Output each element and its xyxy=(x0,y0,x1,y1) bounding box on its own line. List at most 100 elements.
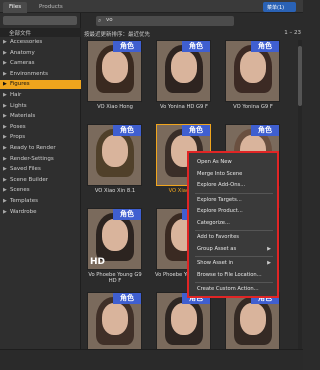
scrollbar[interactable] xyxy=(298,40,302,349)
sidebar-item[interactable]: ▶ Figures xyxy=(0,80,81,90)
sidebar-item[interactable]: ▶ Materials xyxy=(0,112,81,121)
character-badge: 角色 xyxy=(251,41,279,52)
sidebar-item[interactable]: ▶ Environments xyxy=(0,70,81,79)
sidebar-item[interactable]: ▶ Wardrobe xyxy=(0,208,81,217)
expand-arrow-icon[interactable]: ▶ xyxy=(3,71,7,77)
context-menu-item[interactable]: Open As New xyxy=(189,157,277,167)
sidebar-item-label: Figures xyxy=(10,81,30,88)
context-menu-item[interactable]: Group Asset as ▶ xyxy=(189,244,277,254)
sidebar-item-label: Cameras xyxy=(10,60,35,67)
character-badge: 角色 xyxy=(113,293,141,304)
expand-arrow-icon[interactable]: ▶ xyxy=(3,92,7,98)
category-sidebar: 全部文件 ▶ Accessories ▶ Anatomy ▶ Cameras ▶ Enviro… xyxy=(0,13,81,349)
context-menu-item[interactable]: Browse to File Location... xyxy=(189,270,277,280)
asset-thumbnail[interactable]: 角色 HD xyxy=(87,208,142,270)
sidebar-item[interactable]: ▶ Hair xyxy=(0,91,81,100)
menu-separator xyxy=(195,282,273,283)
context-menu-item-label: Open As New xyxy=(197,159,232,165)
expand-arrow-icon[interactable]: ▶ xyxy=(3,103,7,109)
expand-arrow-icon[interactable]: ▶ xyxy=(3,50,7,56)
context-menu-item[interactable]: Explore Product... xyxy=(189,206,277,216)
asset-thumbnail[interactable]: 角色 xyxy=(87,292,142,354)
expand-arrow-icon[interactable]: ▶ xyxy=(3,81,7,87)
asset-thumbnail[interactable]: 角色 xyxy=(87,40,142,102)
context-menu-item[interactable]: Explore Add-Ons... xyxy=(189,180,277,190)
page-info: 1 – 23 xyxy=(284,30,301,36)
context-menu-item[interactable]: Add to Favorites xyxy=(189,232,277,242)
asset-caption[interactable]: VO Xiao Hong xyxy=(84,104,146,110)
sidebar-item-label: Poses xyxy=(10,123,26,130)
expand-arrow-icon[interactable]: ▶ xyxy=(3,134,7,140)
context-menu-item-label: Group Asset as xyxy=(197,245,237,252)
context-menu-item[interactable]: Categorize... xyxy=(189,218,277,228)
sidebar-item[interactable]: ▶ Cameras xyxy=(0,59,81,68)
sidebar-header-all-files[interactable]: 全部文件 xyxy=(0,28,81,37)
expand-arrow-icon[interactable]: ▶ xyxy=(3,39,7,45)
sidebar-item-label: Materials xyxy=(10,113,36,120)
sidebar-item-label: Scene Builder xyxy=(10,176,48,183)
menu-separator xyxy=(195,256,273,257)
asset-caption[interactable]: VO Xiao Xin 8.1 xyxy=(84,188,146,194)
character-badge: 角色 xyxy=(251,125,279,136)
sidebar-item[interactable]: ▶ Ready to Render xyxy=(0,144,81,153)
sidebar-item[interactable]: ▶ Scene Builder xyxy=(0,176,81,185)
context-menu: Open As New Merge Into Scene Explore Add-O… xyxy=(187,151,279,298)
expand-arrow-icon[interactable]: ▶ xyxy=(3,166,7,172)
context-menu-item-label: Explore Targets... xyxy=(197,196,242,203)
search-icon: ⌕ xyxy=(98,17,102,24)
asset-caption[interactable]: Vo Phoebe Young G9 HD F xyxy=(84,272,146,284)
sidebar-item[interactable]: ▶ Lights xyxy=(0,102,81,111)
context-menu-item[interactable]: Show Asset in ▶ xyxy=(189,258,277,268)
character-badge: 角色 xyxy=(113,209,141,220)
tab-files[interactable]: Files xyxy=(3,2,28,13)
asset-caption[interactable]: VO Yonina G9 F xyxy=(222,104,284,110)
sidebar-item[interactable]: ▶ Saved Files xyxy=(0,165,81,174)
sidebar-item-label: Environments xyxy=(10,70,48,77)
asset-caption[interactable]: Vo Yonina HD G9 F xyxy=(153,104,215,110)
scrollbar-thumb[interactable] xyxy=(298,46,302,106)
sidebar-item[interactable]: ▶ Accessories xyxy=(0,38,81,47)
menu-button[interactable]: 菜单(1) xyxy=(263,2,296,12)
bottom-bar xyxy=(0,349,303,370)
main-toolbar: ⌕ vo xyxy=(84,16,303,27)
sidebar-item[interactable]: ▶ Props xyxy=(0,133,81,142)
expand-arrow-icon[interactable]: ▶ xyxy=(3,113,7,119)
character-badge: 角色 xyxy=(182,41,210,52)
portrait-face xyxy=(240,303,266,335)
expand-arrow-icon[interactable]: ▶ xyxy=(3,145,7,151)
asset-thumbnail[interactable]: 角色 xyxy=(156,40,211,102)
sidebar-item[interactable]: ▶ Anatomy xyxy=(0,49,81,58)
sidebar-item[interactable]: ▶ Scenes xyxy=(0,186,81,195)
sidebar-item-label: Accessories xyxy=(10,39,43,45)
sidebar-item-label: Wardrobe xyxy=(10,208,37,215)
asset-thumbnail[interactable]: 角色 xyxy=(156,292,211,354)
context-menu-item-label: Explore Product... xyxy=(197,208,243,214)
expand-arrow-icon[interactable]: ▶ xyxy=(3,177,7,183)
tab-products[interactable]: Products xyxy=(33,2,69,13)
sidebar-item[interactable]: ▶ Render-Settings xyxy=(0,155,81,164)
expand-arrow-icon[interactable]: ▶ xyxy=(3,156,7,162)
asset-thumbnail[interactable]: 角色 xyxy=(225,40,280,102)
sidebar-item-label: Ready to Render xyxy=(10,145,56,151)
sidebar-item[interactable]: ▶ Templates xyxy=(0,197,81,206)
asset-thumbnail[interactable]: 角色 xyxy=(225,292,280,354)
search-input[interactable]: ⌕ vo xyxy=(96,16,234,26)
expand-arrow-icon[interactable]: ▶ xyxy=(3,198,7,204)
sidebar-search-input[interactable] xyxy=(3,16,77,25)
portrait-face xyxy=(171,303,197,335)
expand-arrow-icon[interactable]: ▶ xyxy=(3,209,7,215)
context-menu-item-label: Categorize... xyxy=(197,219,230,226)
character-badge: 角色 xyxy=(182,125,210,136)
context-menu-item[interactable]: Create Custom Action... xyxy=(189,284,277,294)
context-menu-item-label: Explore Add-Ons... xyxy=(197,182,246,188)
sort-label[interactable]: 按最近更新排序：最近优先 xyxy=(84,32,150,38)
portrait-face xyxy=(102,135,128,167)
sidebar-item[interactable]: ▶ Poses xyxy=(0,123,81,132)
expand-arrow-icon[interactable]: ▶ xyxy=(3,187,7,193)
sidebar-item-label: Anatomy xyxy=(10,49,35,56)
context-menu-item[interactable]: Merge Into Scene xyxy=(189,169,277,179)
expand-arrow-icon[interactable]: ▶ xyxy=(3,60,7,66)
context-menu-item[interactable]: Explore Targets... xyxy=(189,195,277,205)
expand-arrow-icon[interactable]: ▶ xyxy=(3,124,7,130)
asset-thumbnail[interactable]: 角色 xyxy=(87,124,142,186)
